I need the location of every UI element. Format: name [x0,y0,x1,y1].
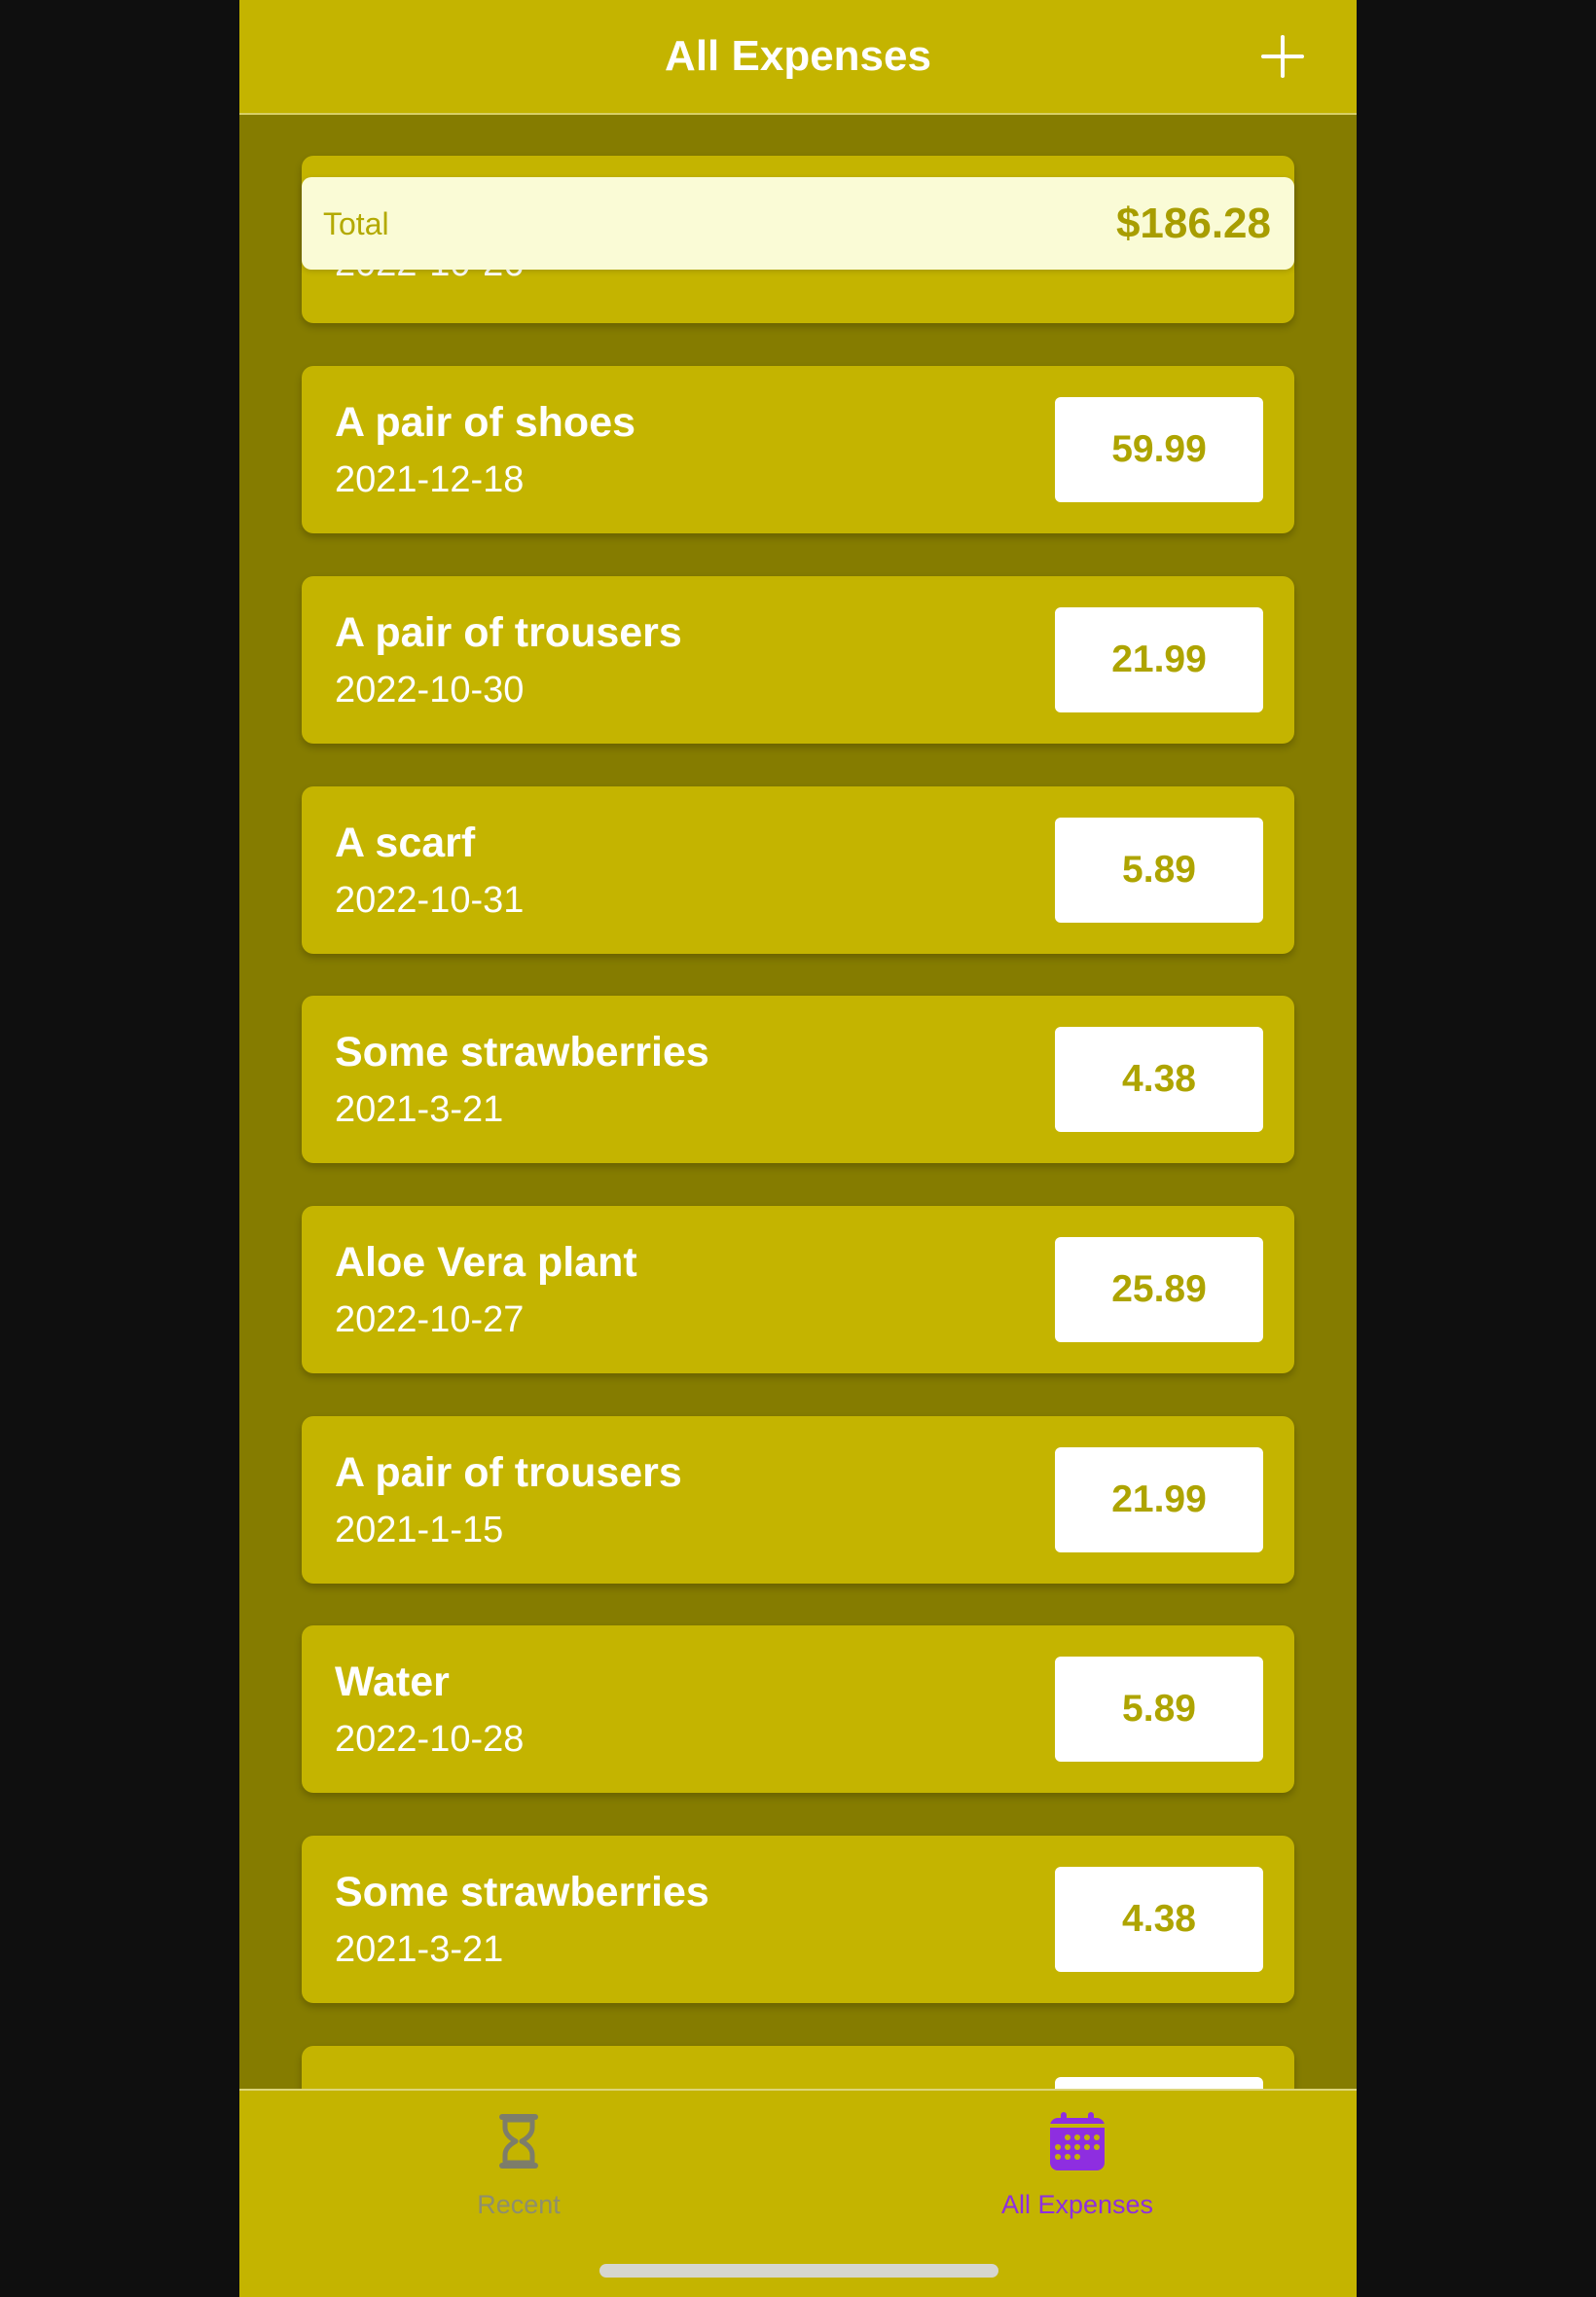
total-value: $186.28 [1115,200,1271,247]
expense-item[interactable]: Some strawberries 2021-3-21 4.38 [302,1836,1294,2003]
expense-title: A pair of shoes [335,399,636,446]
expense-item[interactable]: Water 2022-10-28 5.89 [302,1625,1294,1793]
expense-title: A scarf [335,820,476,866]
calendar-icon [1050,2112,1105,2170]
expense-date: 2021-3-21 [335,1089,504,1130]
expense-title: Some strawberries [335,1029,709,1076]
expense-title: Some strawberries [335,1869,709,1915]
expense-date: 2022-10-28 [335,1719,525,1760]
tab-recent-label: Recent [477,2190,561,2219]
expense-amount: 5.89 [1055,1657,1263,1762]
home-indicator[interactable] [599,2264,998,2278]
expense-item[interactable]: Some strawberries 2021-3-21 4.38 [302,996,1294,1163]
expense-amount: 59.99 [1055,397,1263,502]
expense-date: 2021-12-18 [335,459,525,500]
add-expense-button[interactable] [1255,29,1310,84]
expense-amount: 4.38 [1055,1027,1263,1132]
tab-recent[interactable]: Recent [239,2091,798,2237]
expense-item[interactable]: A pair of trousers 2022-10-30 21.99 [302,576,1294,744]
expense-item[interactable]: A pair of shoes 2021-12-18 59.99 [302,366,1294,533]
expense-title: Aloe Vera plant [335,1239,637,1286]
total-summary: Total $186.28 [302,177,1294,270]
expense-item[interactable]: Aloe Vera plant 2022-10-27 25.89 [302,1206,1294,1373]
app-screen: 2022-10-26 A pair of shoes 2021-12-18 59… [239,0,1357,2297]
total-label: Total [323,206,389,241]
expense-date: 2021-1-15 [335,1510,504,1550]
expense-title: A pair of trousers [335,1449,682,1496]
expense-title: A pair of trousers [335,609,682,656]
tab-bar: Recent All Expenses [239,2089,1357,2297]
navigation-header: All Expenses [239,0,1357,115]
expense-item[interactable]: A pair of trousers 2021-1-15 21.99 [302,1416,1294,1584]
tab-all-expenses[interactable]: All Expenses [798,2091,1357,2237]
expense-date: 2021-3-21 [335,1929,504,1970]
expense-amount: 21.99 [1055,607,1263,712]
expense-date: 2022-10-30 [335,670,525,711]
expense-date: 2022-10-27 [335,1299,525,1340]
expense-item[interactable]: A scarf 2022-10-31 5.89 [302,786,1294,954]
expense-date: 2022-10-31 [335,880,525,921]
tab-all-expenses-label: All Expenses [1000,2190,1154,2219]
page-title: All Expenses [665,32,931,80]
expense-amount: 4.38 [1055,1867,1263,1972]
expense-amount: 25.89 [1055,1237,1263,1342]
plus-icon [1261,35,1304,78]
expense-amount: 5.89 [1055,818,1263,923]
expense-amount: 21.99 [1055,1447,1263,1552]
expense-title: Water [335,1659,450,1705]
hourglass-icon [499,2114,538,2169]
